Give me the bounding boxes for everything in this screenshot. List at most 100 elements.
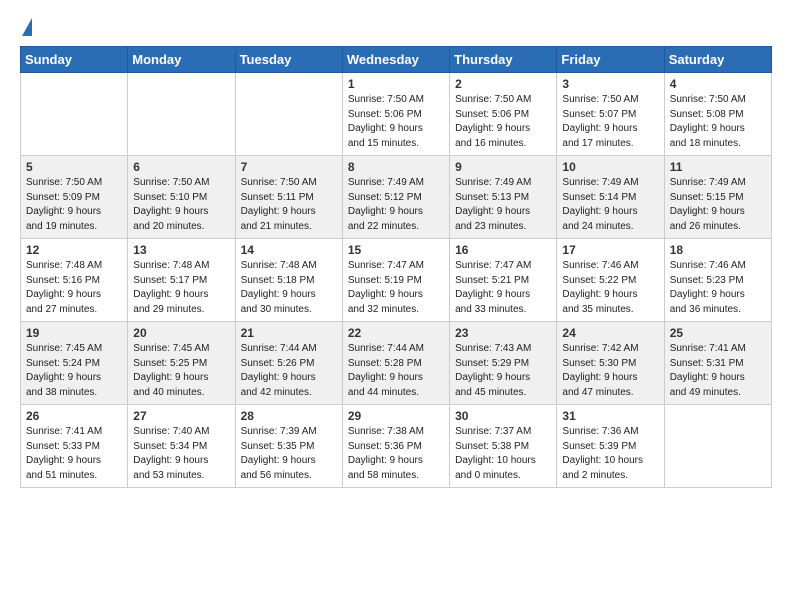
calendar-cell: 4 Sunrise: 7:50 AM Sunset: 5:08 PM Daylig… [664, 73, 771, 156]
calendar-cell: 21 Sunrise: 7:44 AM Sunset: 5:26 PM Dayli… [235, 322, 342, 405]
calendar-table: SundayMondayTuesdayWednesdayThursdayFrid… [20, 46, 772, 488]
calendar-cell: 15Sunrise: 7:47 AM Sunset: 5:19 PM Dayli… [342, 239, 449, 322]
day-info: Sunrise: 7:43 AM Sunset: 5:29 PM Dayligh… [455, 342, 551, 400]
calendar-cell: 12Sunrise: 7:48 AM Sunset: 5:16 PM Dayli… [21, 239, 128, 322]
calendar-cell: 27 Sunrise: 7:40 AM Sunset: 5:34 PM Dayli… [128, 405, 235, 488]
day-info: Sunrise: 7:36 AM Sunset: 5:39 PM Dayligh… [562, 425, 658, 483]
day-info: Sunrise: 7:49 AM Sunset: 5:14 PM Dayligh… [562, 176, 658, 234]
calendar-cell: 13Sunrise: 7:48 AM Sunset: 5:17 PM Dayli… [128, 239, 235, 322]
weekday-sunday: Sunday [21, 47, 128, 73]
day-info: Sunrise: 7:45 AM Sunset: 5:24 PM Dayligh… [26, 342, 122, 400]
weekday-header-row: SundayMondayTuesdayWednesdayThursdayFrid… [21, 47, 772, 73]
weekday-tuesday: Tuesday [235, 47, 342, 73]
calendar-cell: 23 Sunrise: 7:43 AM Sunset: 5:29 PM Dayli… [450, 322, 557, 405]
day-number: 10 [562, 160, 658, 174]
weekday-thursday: Thursday [450, 47, 557, 73]
day-number: 21 [241, 326, 337, 340]
week-row-3: 12Sunrise: 7:48 AM Sunset: 5:16 PM Dayli… [21, 239, 772, 322]
day-info: Sunrise: 7:50 AM Sunset: 5:09 PM Dayligh… [26, 176, 122, 234]
calendar-cell: 11 Sunrise: 7:49 AM Sunset: 5:15 PM Dayli… [664, 156, 771, 239]
day-number: 18 [670, 243, 766, 257]
day-number: 5 [26, 160, 122, 174]
day-number: 3 [562, 77, 658, 91]
day-info: Sunrise: 7:44 AM Sunset: 5:28 PM Dayligh… [348, 342, 444, 400]
logo-triangle-icon [22, 18, 32, 36]
calendar-cell: 31 Sunrise: 7:36 AM Sunset: 5:39 PM Dayli… [557, 405, 664, 488]
day-number: 15 [348, 243, 444, 257]
day-number: 20 [133, 326, 229, 340]
day-number: 2 [455, 77, 551, 91]
day-number: 24 [562, 326, 658, 340]
calendar-cell: 20Sunrise: 7:45 AM Sunset: 5:25 PM Dayli… [128, 322, 235, 405]
day-info: Sunrise: 7:42 AM Sunset: 5:30 PM Dayligh… [562, 342, 658, 400]
day-number: 1 [348, 77, 444, 91]
calendar-cell: 3 Sunrise: 7:50 AM Sunset: 5:07 PM Daylig… [557, 73, 664, 156]
calendar-cell: 28 Sunrise: 7:39 AM Sunset: 5:35 PM Dayli… [235, 405, 342, 488]
day-info: Sunrise: 7:47 AM Sunset: 5:21 PM Dayligh… [455, 259, 551, 317]
day-info: Sunrise: 7:48 AM Sunset: 5:17 PM Dayligh… [133, 259, 229, 317]
page: SundayMondayTuesdayWednesdayThursdayFrid… [0, 0, 792, 506]
day-number: 17 [562, 243, 658, 257]
week-row-1: 1 Sunrise: 7:50 AM Sunset: 5:06 PM Daylig… [21, 73, 772, 156]
day-number: 19 [26, 326, 122, 340]
calendar-cell: 17 Sunrise: 7:46 AM Sunset: 5:22 PM Dayli… [557, 239, 664, 322]
day-number: 25 [670, 326, 766, 340]
day-number: 8 [348, 160, 444, 174]
week-row-2: 5 Sunrise: 7:50 AM Sunset: 5:09 PM Daylig… [21, 156, 772, 239]
day-info: Sunrise: 7:50 AM Sunset: 5:07 PM Dayligh… [562, 93, 658, 151]
calendar-cell: 30 Sunrise: 7:37 AM Sunset: 5:38 PM Dayli… [450, 405, 557, 488]
day-number: 29 [348, 409, 444, 423]
day-info: Sunrise: 7:46 AM Sunset: 5:22 PM Dayligh… [562, 259, 658, 317]
calendar-cell: 19 Sunrise: 7:45 AM Sunset: 5:24 PM Dayli… [21, 322, 128, 405]
day-info: Sunrise: 7:37 AM Sunset: 5:38 PM Dayligh… [455, 425, 551, 483]
calendar-cell: 22Sunrise: 7:44 AM Sunset: 5:28 PM Dayli… [342, 322, 449, 405]
calendar-cell [21, 73, 128, 156]
day-number: 11 [670, 160, 766, 174]
calendar-cell: 8 Sunrise: 7:49 AM Sunset: 5:12 PM Daylig… [342, 156, 449, 239]
calendar-cell: 10 Sunrise: 7:49 AM Sunset: 5:14 PM Dayli… [557, 156, 664, 239]
calendar-cell: 29Sunrise: 7:38 AM Sunset: 5:36 PM Dayli… [342, 405, 449, 488]
day-number: 16 [455, 243, 551, 257]
day-number: 31 [562, 409, 658, 423]
day-info: Sunrise: 7:46 AM Sunset: 5:23 PM Dayligh… [670, 259, 766, 317]
day-number: 9 [455, 160, 551, 174]
logo [20, 18, 32, 36]
weekday-friday: Friday [557, 47, 664, 73]
calendar-cell: 14 Sunrise: 7:48 AM Sunset: 5:18 PM Dayli… [235, 239, 342, 322]
calendar-cell: 2 Sunrise: 7:50 AM Sunset: 5:06 PM Daylig… [450, 73, 557, 156]
calendar-cell: 25 Sunrise: 7:41 AM Sunset: 5:31 PM Dayli… [664, 322, 771, 405]
day-number: 7 [241, 160, 337, 174]
calendar-cell: 26 Sunrise: 7:41 AM Sunset: 5:33 PM Dayli… [21, 405, 128, 488]
day-number: 12 [26, 243, 122, 257]
day-number: 30 [455, 409, 551, 423]
calendar-cell: 1 Sunrise: 7:50 AM Sunset: 5:06 PM Daylig… [342, 73, 449, 156]
calendar-cell [128, 73, 235, 156]
day-info: Sunrise: 7:39 AM Sunset: 5:35 PM Dayligh… [241, 425, 337, 483]
day-info: Sunrise: 7:41 AM Sunset: 5:31 PM Dayligh… [670, 342, 766, 400]
calendar-cell [235, 73, 342, 156]
day-info: Sunrise: 7:50 AM Sunset: 5:06 PM Dayligh… [348, 93, 444, 151]
day-info: Sunrise: 7:44 AM Sunset: 5:26 PM Dayligh… [241, 342, 337, 400]
calendar-cell: 7 Sunrise: 7:50 AM Sunset: 5:11 PM Daylig… [235, 156, 342, 239]
day-info: Sunrise: 7:41 AM Sunset: 5:33 PM Dayligh… [26, 425, 122, 483]
day-info: Sunrise: 7:49 AM Sunset: 5:15 PM Dayligh… [670, 176, 766, 234]
day-info: Sunrise: 7:50 AM Sunset: 5:08 PM Dayligh… [670, 93, 766, 151]
day-number: 28 [241, 409, 337, 423]
day-info: Sunrise: 7:50 AM Sunset: 5:11 PM Dayligh… [241, 176, 337, 234]
day-number: 23 [455, 326, 551, 340]
day-number: 27 [133, 409, 229, 423]
week-row-5: 26 Sunrise: 7:41 AM Sunset: 5:33 PM Dayli… [21, 405, 772, 488]
weekday-monday: Monday [128, 47, 235, 73]
calendar-cell: 16 Sunrise: 7:47 AM Sunset: 5:21 PM Dayli… [450, 239, 557, 322]
day-info: Sunrise: 7:40 AM Sunset: 5:34 PM Dayligh… [133, 425, 229, 483]
day-info: Sunrise: 7:50 AM Sunset: 5:06 PM Dayligh… [455, 93, 551, 151]
day-number: 4 [670, 77, 766, 91]
day-info: Sunrise: 7:49 AM Sunset: 5:13 PM Dayligh… [455, 176, 551, 234]
day-info: Sunrise: 7:48 AM Sunset: 5:18 PM Dayligh… [241, 259, 337, 317]
day-info: Sunrise: 7:49 AM Sunset: 5:12 PM Dayligh… [348, 176, 444, 234]
week-row-4: 19 Sunrise: 7:45 AM Sunset: 5:24 PM Dayli… [21, 322, 772, 405]
calendar-cell: 5 Sunrise: 7:50 AM Sunset: 5:09 PM Daylig… [21, 156, 128, 239]
day-number: 14 [241, 243, 337, 257]
day-number: 26 [26, 409, 122, 423]
weekday-wednesday: Wednesday [342, 47, 449, 73]
